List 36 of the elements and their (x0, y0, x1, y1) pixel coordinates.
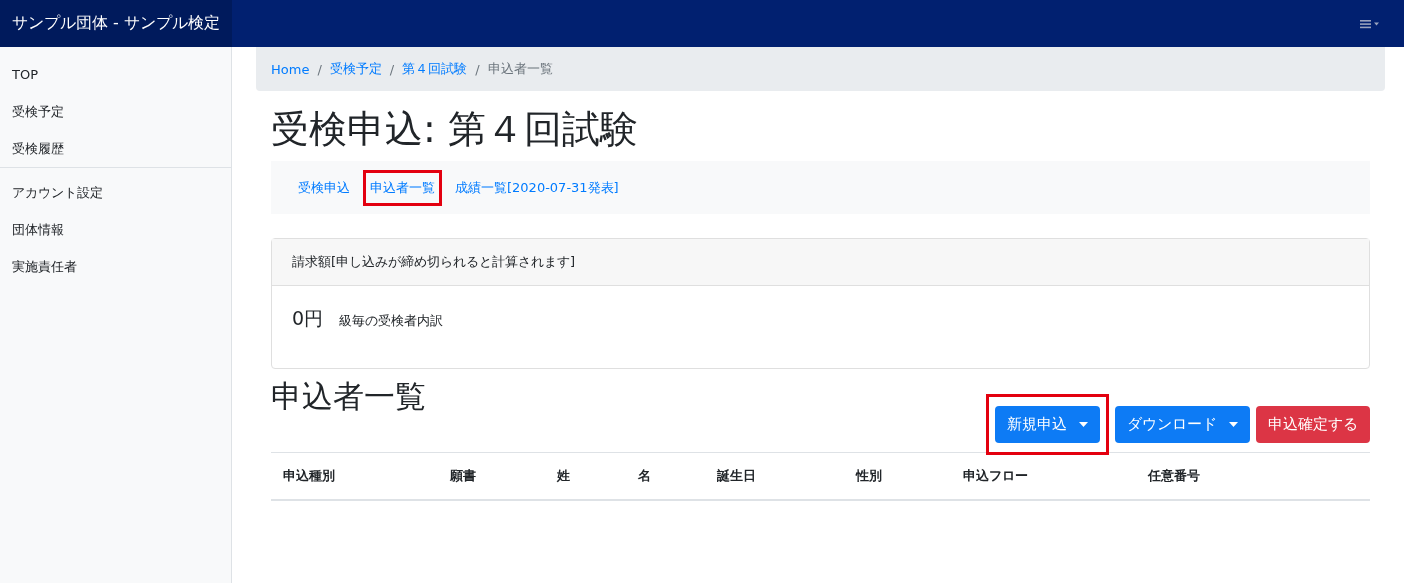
sidebar-item[interactable]: 受検予定 (0, 101, 76, 138)
column-header: 姓 (557, 468, 570, 483)
column-header: 願書 (450, 468, 476, 483)
subnav-link[interactable]: 成績一覧[2020-07-31発表] (448, 169, 626, 206)
action-button[interactable]: ダウンロード (1115, 405, 1250, 443)
column-header: 名 (638, 468, 651, 483)
subnav-link[interactable]: 申込者一覧 (363, 169, 442, 206)
action-button[interactable]: 新規申込 (995, 405, 1100, 443)
breadcrumb-separator: / (317, 61, 322, 77)
section-title: 申込者一覧 (271, 377, 427, 415)
brand-title[interactable]: サンプル団体 - サンプル検定 (0, 0, 232, 47)
subnav-link[interactable]: 受検申込 (291, 169, 357, 206)
column-header: 任意番号 (1148, 468, 1200, 483)
column-header: 誕生日 (717, 468, 756, 483)
menu-icon[interactable] (1360, 18, 1380, 29)
card-header-text: 請求額[申し込みが締め切られると計算されます] (292, 253, 576, 271)
column-header: 申込種別 (283, 468, 335, 483)
breadcrumb-separator: / (389, 61, 395, 77)
sidebar-item[interactable]: 団体情報 (0, 219, 76, 256)
column-header: 性別 (856, 468, 882, 483)
breadcrumb-current: 申込者一覧 (487, 60, 553, 78)
breadcrumb-link[interactable]: Home (271, 61, 310, 77)
breadcrumb-link[interactable]: 受検予定 (329, 60, 382, 78)
sidebar-item[interactable]: 実施責任者 (0, 256, 89, 293)
breadcrumb-link[interactable]: 第４回試験 (402, 60, 468, 78)
sidebar-item[interactable]: 受検履歴 (0, 138, 76, 175)
sidebar-item[interactable]: アカウント設定 (0, 182, 115, 219)
caret-icon (1079, 421, 1088, 427)
breadcrumb-separator: / (475, 61, 480, 77)
breakdown-label: 級毎の受検者内訳 (339, 312, 444, 330)
caret-icon (1229, 421, 1238, 427)
column-header: 申込フロー (963, 468, 1028, 483)
billing-amount: 0円 (292, 306, 324, 331)
sidebar-item[interactable]: TOP (0, 64, 50, 101)
action-button[interactable]: 申込確定する (1256, 405, 1370, 443)
page-title: 受検申込: 第４回試験 (271, 106, 639, 153)
